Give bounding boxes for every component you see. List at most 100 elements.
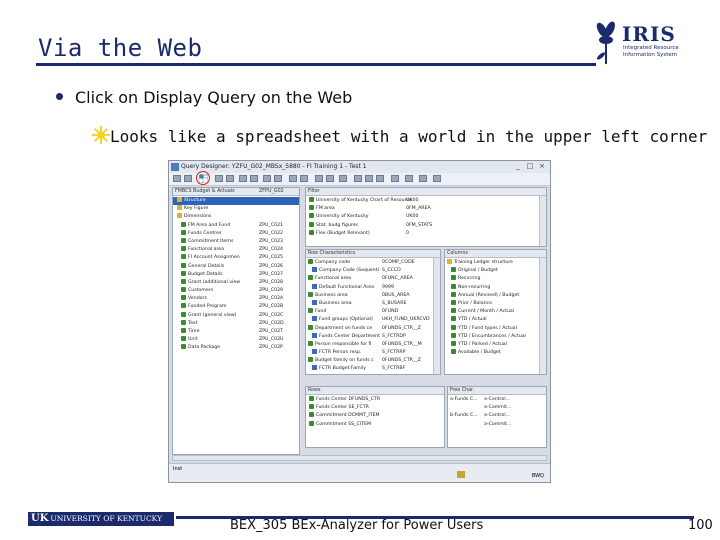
exceptions-icon[interactable] bbox=[339, 175, 347, 182]
column-structure-row[interactable]: YTD / Actual bbox=[445, 316, 540, 324]
tasks-icon[interactable] bbox=[365, 175, 373, 182]
free-characteristic-row[interactable]: a-Funds C... a-Control... bbox=[448, 396, 546, 404]
tree-node[interactable]: Customers ZPU_C029 bbox=[173, 287, 299, 295]
filter-row[interactable]: Flex (Budget Relevant) 0 bbox=[306, 229, 536, 238]
characteristic-row[interactable]: Business area S_BUSARE bbox=[306, 299, 434, 308]
column-structure-row[interactable]: Current / Month / Actual bbox=[445, 308, 540, 316]
tree-node[interactable]: Text ZPU_C02D bbox=[173, 319, 299, 328]
column-structure-row[interactable]: Annual (Revised) / Budget bbox=[445, 291, 540, 300]
column-structure-row[interactable]: Available / Budget bbox=[445, 349, 540, 357]
characteristic-row[interactable]: Default Functional Area 9999 bbox=[306, 283, 434, 292]
technical-names-icon[interactable] bbox=[405, 175, 413, 182]
column-structure-row[interactable]: YTD / Fund types / Actual bbox=[445, 324, 540, 333]
column-structure-row[interactable]: YTD / Encumbrances / Actual bbox=[445, 332, 540, 341]
tree-node[interactable]: Commitment Items ZPU_C023 bbox=[173, 237, 299, 246]
filter-row[interactable]: University of Kentucky UK00 bbox=[306, 213, 536, 221]
characteristics-scrollbar[interactable] bbox=[433, 258, 440, 374]
characteristic-row[interactable]: Budget family on funds c 0FUNDS_CTR__Z bbox=[306, 357, 434, 365]
help-icon[interactable] bbox=[433, 175, 441, 182]
columns-header: Columns bbox=[445, 250, 546, 258]
characteristic-row[interactable]: Company Code (Sequenti S_CCCD bbox=[306, 267, 434, 275]
tree-node[interactable]: Key Figure bbox=[173, 205, 299, 213]
row-characteristic[interactable]: Funds Center SE_FCTR bbox=[306, 404, 438, 412]
tree-node[interactable]: Grant (additional view ZPU_C028 bbox=[173, 278, 299, 287]
tree-node[interactable]: Data Package ZPU_C02P bbox=[173, 344, 299, 352]
query-properties-icon[interactable] bbox=[226, 175, 234, 182]
characteristic-row[interactable]: Business area 0BUS_AREA bbox=[306, 291, 434, 300]
filter-label: University of Kentucky bbox=[316, 214, 369, 220]
cell-a bbox=[448, 405, 450, 410]
minimize-button[interactable]: _ bbox=[513, 162, 523, 171]
filter-view-icon[interactable] bbox=[289, 175, 297, 182]
tree-node[interactable]: Grant (general view) ZPU_C02C bbox=[173, 311, 299, 320]
check-query-icon[interactable] bbox=[419, 175, 427, 182]
where-used-icon[interactable] bbox=[391, 175, 399, 182]
copy-icon[interactable] bbox=[263, 175, 271, 182]
column-structure-row[interactable]: Prior / Balance bbox=[445, 299, 540, 308]
dimension-icon bbox=[181, 246, 186, 252]
tree-node[interactable]: Functional area ZPU_C024 bbox=[173, 246, 299, 254]
tree-node[interactable]: FI Account Assignmen ZPU_C025 bbox=[173, 254, 299, 262]
tree-node[interactable]: General Details ZPU_C026 bbox=[173, 262, 299, 271]
characteristic-row[interactable]: FCTR Budget Family S_FCTRBF bbox=[306, 365, 434, 373]
free-characteristic-row[interactable]: a-Commit... bbox=[448, 404, 546, 412]
characteristic-row[interactable]: Funds Center Department S_FCTRDP bbox=[306, 332, 434, 341]
cells-icon[interactable] bbox=[315, 175, 323, 182]
columns-scrollbar[interactable] bbox=[539, 258, 546, 374]
key-figure-icon bbox=[451, 324, 456, 330]
row-characteristic[interactable]: Funds Center DFUNDS_CTR bbox=[306, 396, 438, 404]
filter-row[interactable]: Stat. budg figures 0FM_STATS bbox=[306, 221, 536, 230]
horizontal-scrollbar[interactable] bbox=[172, 455, 547, 461]
cell-b: a-Commit... bbox=[484, 421, 512, 427]
free-characteristic-row[interactable]: b-Funds C... a-Control... bbox=[448, 412, 546, 420]
rows-columns-icon[interactable] bbox=[300, 175, 308, 182]
save-icon[interactable] bbox=[215, 175, 223, 182]
messages-icon[interactable] bbox=[376, 175, 384, 182]
paste-icon[interactable] bbox=[274, 175, 282, 182]
characteristic-row[interactable]: Fund groups (Optional) UKH_FUND_UKRCVD bbox=[306, 316, 434, 324]
tree-node[interactable]: Funded Program ZPU_C02B bbox=[173, 303, 299, 311]
filter-row[interactable]: FM area 0FM_AREA bbox=[306, 205, 536, 213]
column-structure-row[interactable]: Non-recurring bbox=[445, 283, 540, 292]
properties-icon[interactable] bbox=[354, 175, 362, 182]
characteristic-code: S_BUSARE bbox=[382, 300, 407, 306]
column-structure-row[interactable]: Recurring bbox=[445, 275, 540, 283]
tree-node[interactable]: Structure bbox=[173, 197, 299, 206]
characteristic-row[interactable]: Company code 0COMP_CODE bbox=[306, 259, 434, 267]
cell-a: b-Funds C... bbox=[450, 413, 478, 419]
tree-node-code: ZPU_C02C bbox=[259, 312, 284, 318]
row-characteristic-label: Commitment SS_CITEM bbox=[316, 421, 371, 427]
free-characteristic-row[interactable]: a-Commit... bbox=[448, 421, 546, 429]
characteristic-row[interactable]: Functional area 0FUNC_AREA bbox=[306, 275, 434, 283]
tree-node[interactable]: Budget Details ZPU_C027 bbox=[173, 270, 299, 279]
tree-node[interactable]: Vendors ZPU_C02A bbox=[173, 295, 299, 303]
characteristic-row[interactable]: Person responsible for fi 0FUNDS_CTR__M bbox=[306, 340, 434, 349]
cut-icon[interactable] bbox=[250, 175, 258, 182]
open-query-icon[interactable] bbox=[184, 175, 192, 182]
conditions-icon[interactable] bbox=[326, 175, 334, 182]
tree-node[interactable]: Dimensions bbox=[173, 213, 299, 221]
characteristic-row[interactable]: Department on funds ce 0FUNDS_CTR__Z bbox=[306, 324, 434, 333]
tree-node[interactable]: FM Area and Fund ZPU_C021 bbox=[173, 221, 299, 230]
tree-node[interactable]: Unit ZPU_C02U bbox=[173, 336, 299, 344]
column-structure-row[interactable]: YTD / Parked / Actual bbox=[445, 340, 540, 349]
column-structure-row[interactable]: Training Ledger structure bbox=[445, 259, 540, 267]
maximize-button[interactable]: □ bbox=[525, 162, 535, 171]
characteristic-label: Business area bbox=[319, 300, 352, 306]
tree-node[interactable]: Funds Centres ZPU_C022 bbox=[173, 229, 299, 238]
delete-icon[interactable] bbox=[239, 175, 247, 182]
close-button[interactable]: × bbox=[537, 162, 547, 171]
characteristic-code: 9999 bbox=[382, 284, 394, 290]
filter-scrollbar[interactable] bbox=[539, 196, 546, 246]
row-characteristic[interactable]: Commitment DCMMT_ITEM bbox=[306, 412, 438, 420]
row-characteristic[interactable]: Commitment SS_CITEM bbox=[306, 420, 438, 429]
tree-node-code: ZPU_C028 bbox=[259, 279, 284, 285]
tree-node[interactable]: Time ZPU_C02T bbox=[173, 328, 299, 336]
filter-row[interactable]: University of Kentucky Chart of Resource… bbox=[306, 197, 536, 205]
characteristic-row[interactable]: FCTR Person resp. S_FCTRRP bbox=[306, 349, 434, 357]
characteristic-row[interactable]: Fund 0FUND bbox=[306, 308, 434, 316]
column-structure-row[interactable]: Original / Budget bbox=[445, 267, 540, 275]
new-query-icon[interactable] bbox=[173, 175, 181, 182]
iris-wordmark: IRIS bbox=[622, 22, 676, 46]
footer-course-title: BEX_305 BEx-Analyzer for Power Users bbox=[230, 518, 484, 533]
